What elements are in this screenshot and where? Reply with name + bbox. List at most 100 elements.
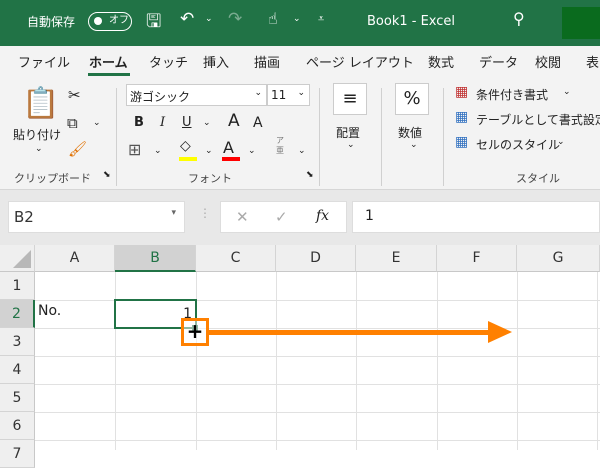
phonetic-dropdown-icon[interactable]: ⌄ <box>298 146 306 156</box>
window-title: Book1 - Excel <box>367 14 456 29</box>
gridline <box>437 272 438 450</box>
copy-dropdown-icon[interactable]: ⌄ <box>93 118 101 128</box>
row-header-3[interactable]: 3 <box>0 328 35 356</box>
row-header-5[interactable]: 5 <box>0 384 35 412</box>
fill-dropdown-icon[interactable]: ⌄ <box>205 146 213 156</box>
format-painter-icon[interactable]: 🖌 <box>68 140 87 158</box>
splitter-handle[interactable]: ⋮ <box>199 206 211 220</box>
italic-button[interactable]: I <box>160 115 165 130</box>
tab-review[interactable]: 校閲 <box>535 52 561 71</box>
tab-draw[interactable]: 描画 <box>254 52 280 71</box>
search-icon[interactable]: ⚲ <box>513 9 525 28</box>
tab-formulas[interactable]: 数式 <box>428 52 454 71</box>
row-header-2[interactable]: 2 <box>0 300 35 328</box>
formula-buttons: ✕ ✓ fx <box>220 201 347 233</box>
decrease-font-button[interactable]: A <box>253 115 263 131</box>
row-header-4[interactable]: 4 <box>0 356 35 384</box>
paste-dropdown-icon[interactable]: ⌄ <box>35 144 43 154</box>
font-name-value: 游ゴシック <box>130 90 191 104</box>
underline-dropdown-icon[interactable]: ⌄ <box>203 118 211 128</box>
font-size-select[interactable]: 11 ⌄ <box>267 84 310 106</box>
font-size-value: 11 <box>271 88 287 102</box>
increase-font-button[interactable]: A <box>228 111 240 131</box>
number-dropdown-icon[interactable]: ⌄ <box>410 140 418 150</box>
column-header-e[interactable]: E <box>356 245 437 272</box>
tab-data[interactable]: データ <box>479 52 518 71</box>
font-group-label: フォント <box>188 172 232 185</box>
fill-color-icon[interactable]: ◇ <box>180 138 191 154</box>
cut-icon[interactable]: ✂ <box>68 86 81 104</box>
ribbon-tabs: ファイル ホーム タッチ 挿入 描画 ページ レイアウト 数式 データ 校閲 表 <box>0 46 600 78</box>
group-divider <box>443 88 444 186</box>
touch-mode-icon[interactable]: ☝ <box>268 9 278 28</box>
font-launcher-icon[interactable]: ⬊ <box>306 170 314 180</box>
tab-insert[interactable]: 挿入 <box>203 52 229 71</box>
paste-label[interactable]: 貼り付け <box>13 126 61 143</box>
title-bar: 自動保存 オフ 🖫 ↶ ⌄ ↷ ☝ ⌄ ⩡ Book1 - Excel ⚲ <box>0 0 600 46</box>
group-divider <box>381 88 382 186</box>
tab-file[interactable]: ファイル <box>18 52 70 71</box>
column-header-g[interactable]: G <box>517 245 600 272</box>
borders-icon[interactable]: ⊞ <box>128 140 141 159</box>
number-button[interactable]: 数値 <box>398 124 422 141</box>
column-header-f[interactable]: F <box>437 245 517 272</box>
cell-styles-button[interactable]: セルのスタイル <box>476 136 560 153</box>
phonetic-icon[interactable]: ア 亜 <box>276 136 284 156</box>
cell-styles-icon: ▦ <box>455 134 469 150</box>
fill-cursor-icon: + <box>181 318 209 346</box>
group-divider <box>116 88 117 186</box>
tab-home[interactable]: ホーム <box>89 52 128 71</box>
account-area[interactable] <box>562 7 600 39</box>
cancel-icon[interactable]: ✕ <box>236 208 249 226</box>
font-name-select[interactable]: 游ゴシック ⌄ <box>126 84 267 106</box>
enter-icon[interactable]: ✓ <box>275 208 288 226</box>
gridline <box>35 412 600 413</box>
formula-input[interactable]: 1 <box>352 201 600 233</box>
save-icon[interactable]: 🖫 <box>146 9 161 39</box>
column-header-d[interactable]: D <box>276 245 356 272</box>
group-divider <box>319 88 320 186</box>
chevron-down-icon: ⌄ <box>254 88 262 98</box>
alignment-dropdown-icon[interactable]: ⌄ <box>347 140 355 150</box>
tab-view[interactable]: 表 <box>586 52 599 71</box>
insert-function-button[interactable]: fx <box>316 208 329 224</box>
undo-dropdown-icon[interactable]: ⌄ <box>205 14 213 24</box>
name-box[interactable]: B2 ▾ <box>8 201 185 233</box>
drag-arrow-head-icon <box>488 321 512 343</box>
alignment-icon[interactable]: ≡ <box>333 83 367 115</box>
redo-icon[interactable]: ↷ <box>228 9 242 29</box>
format-as-table-button[interactable]: テーブルとして書式設定 <box>476 111 600 128</box>
font-color-button[interactable]: A <box>223 138 234 157</box>
column-header-c[interactable]: C <box>196 245 276 272</box>
customize-qat-icon[interactable]: ⩡ <box>318 12 324 26</box>
gridline <box>517 272 518 450</box>
gridline <box>356 272 357 450</box>
conditional-format-icon: ▦ <box>455 84 469 100</box>
touch-dropdown-icon[interactable]: ⌄ <box>293 14 301 24</box>
styles-group-label: スタイル <box>516 172 560 185</box>
borders-dropdown-icon[interactable]: ⌄ <box>154 146 162 156</box>
row-header-1[interactable]: 1 <box>0 272 35 300</box>
undo-icon[interactable]: ↶ <box>180 9 194 29</box>
tab-touch[interactable]: タッチ <box>149 52 188 71</box>
row-header-6[interactable]: 6 <box>0 412 35 440</box>
column-header-a[interactable]: A <box>35 245 115 272</box>
gridline <box>35 356 600 357</box>
font-color-dropdown-icon[interactable]: ⌄ <box>248 146 256 156</box>
percent-icon[interactable]: % <box>395 83 429 115</box>
cell-a2[interactable]: No. <box>38 303 61 319</box>
gridline <box>597 272 598 450</box>
paste-icon[interactable]: 📋 <box>22 86 59 121</box>
clipboard-launcher-icon[interactable]: ⬊ <box>103 170 111 180</box>
underline-button[interactable]: U <box>182 115 192 130</box>
select-all-button[interactable] <box>0 245 35 272</box>
clipboard-group-label: クリップボード <box>14 172 91 185</box>
conditional-format-button[interactable]: 条件付き書式 <box>476 86 548 103</box>
copy-icon[interactable]: ⧉ <box>67 114 78 132</box>
row-header-7[interactable]: 7 <box>0 440 35 468</box>
autosave-toggle[interactable]: オフ <box>88 12 132 31</box>
column-header-b[interactable]: B <box>115 245 196 272</box>
alignment-button[interactable]: 配置 <box>336 124 360 141</box>
bold-button[interactable]: B <box>134 115 144 130</box>
tab-page-layout[interactable]: ページ レイアウト <box>306 52 414 71</box>
